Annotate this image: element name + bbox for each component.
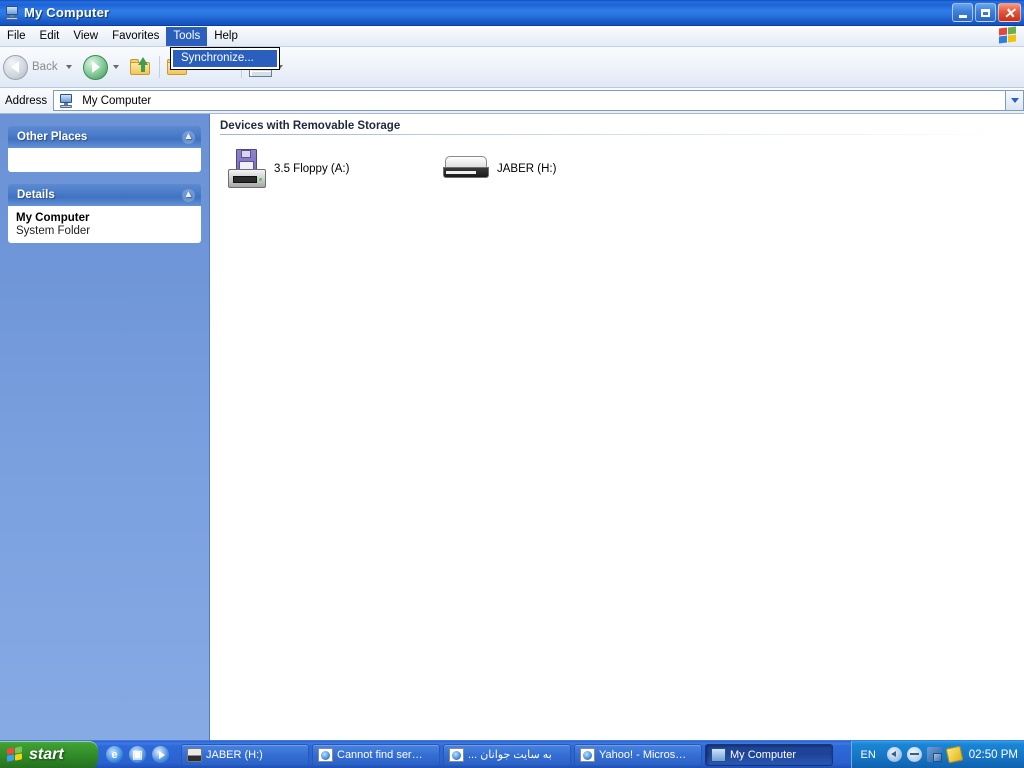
removable-disk-icon bbox=[443, 154, 489, 184]
desktop-root: My Computer ✕ File Edit View Favorites T… bbox=[0, 0, 1024, 768]
restore-button[interactable] bbox=[975, 3, 996, 22]
minimize-button[interactable] bbox=[952, 3, 973, 22]
menu-favorites[interactable]: Favorites bbox=[105, 27, 166, 46]
taskbar-button-my-computer[interactable]: My Computer bbox=[705, 743, 833, 766]
up-folder-icon bbox=[129, 57, 152, 76]
menubar: File Edit View Favorites Tools Help bbox=[0, 26, 1024, 47]
menu-help[interactable]: Help bbox=[207, 27, 245, 46]
chevron-up-icon[interactable]: ▲ bbox=[182, 130, 195, 144]
panel-details: Details ▲ My Computer System Folder bbox=[8, 184, 201, 243]
panel-details-header[interactable]: Details ▲ bbox=[8, 184, 201, 206]
list-item[interactable]: 3.5 Floppy (A:) bbox=[220, 149, 435, 189]
tray-status-icon[interactable] bbox=[906, 747, 922, 762]
taskbar-label: Cannot find ser… bbox=[337, 748, 423, 761]
panel-other-places: Other Places ▲ bbox=[8, 126, 201, 172]
panel-other-places-body bbox=[8, 148, 201, 172]
taskbar-label: My Computer bbox=[730, 748, 797, 761]
taskbar-label: به سایت جوانان ... bbox=[468, 749, 552, 761]
system-tray: EN 02:50 PM bbox=[851, 740, 1024, 768]
close-button[interactable]: ✕ bbox=[998, 3, 1021, 22]
my-computer-icon bbox=[711, 747, 726, 762]
internet-explorer-icon[interactable]: e bbox=[106, 746, 123, 763]
back-history-caret-icon[interactable] bbox=[65, 65, 72, 69]
show-desktop-icon[interactable]: ▣ bbox=[129, 746, 146, 763]
windows-logo-icon bbox=[7, 745, 24, 763]
menu-edit[interactable]: Edit bbox=[33, 27, 67, 46]
start-button[interactable]: start bbox=[0, 740, 98, 768]
ie-document-icon bbox=[318, 747, 333, 762]
back-label: Back bbox=[32, 61, 58, 73]
chevron-up-icon[interactable]: ▲ bbox=[182, 188, 195, 202]
address-dropdown-button[interactable] bbox=[1006, 90, 1024, 111]
panel-details-body: My Computer System Folder bbox=[8, 206, 201, 243]
window-content: Other Places ▲ Details ▲ My Computer Sys… bbox=[0, 114, 1024, 740]
address-bar: Address My Computer bbox=[0, 88, 1024, 114]
drive-label-floppy: 3.5 Floppy (A:) bbox=[274, 163, 350, 175]
floppy-drive-icon bbox=[228, 149, 266, 189]
panel-details-title: Details bbox=[17, 189, 55, 201]
taskbar-buttons: JABER (H:) Cannot find ser… به سایت جوان… bbox=[177, 743, 851, 766]
taskbar-clock[interactable]: 02:50 PM bbox=[967, 749, 1018, 761]
toolbar-separator bbox=[158, 56, 160, 78]
back-arrow-icon bbox=[3, 54, 28, 80]
forward-history-caret-icon[interactable] bbox=[112, 65, 119, 69]
panel-other-places-header[interactable]: Other Places ▲ bbox=[8, 126, 201, 148]
ie-document-icon bbox=[449, 747, 464, 762]
menu-tools[interactable]: Tools bbox=[166, 26, 208, 46]
network-connection-icon[interactable] bbox=[926, 747, 942, 762]
language-indicator[interactable]: EN bbox=[860, 749, 881, 761]
menu-view[interactable]: View bbox=[66, 27, 105, 46]
task-pane-sidebar: Other Places ▲ Details ▲ My Computer Sys… bbox=[0, 114, 210, 740]
forward-arrow-icon bbox=[82, 54, 108, 80]
group-header-removable-storage: Devices with Removable Storage bbox=[220, 120, 401, 132]
window-titlebar: My Computer ✕ bbox=[0, 0, 1024, 26]
my-computer-icon bbox=[4, 5, 20, 21]
group-divider bbox=[220, 134, 1014, 135]
navigation-toolbar: Back Folders bbox=[0, 47, 1024, 88]
taskbar-label: Yahoo! - Micros… bbox=[599, 748, 687, 761]
taskbar-button-persian-site[interactable]: به سایت جوانان ... bbox=[443, 743, 571, 766]
menu-item-synchronize[interactable]: Synchronize... bbox=[173, 50, 277, 67]
details-subtitle: System Folder bbox=[16, 225, 91, 237]
quick-launch-bar: e ▣ bbox=[98, 741, 177, 768]
taskbar-button-yahoo[interactable]: Yahoo! - Micros… bbox=[574, 743, 702, 766]
list-item[interactable]: JABER (H:) bbox=[435, 149, 556, 189]
taskbar: start e ▣ JABER (H:) Cannot find ser… به… bbox=[0, 740, 1024, 768]
taskbar-label: JABER (H:) bbox=[206, 748, 263, 761]
forward-button[interactable] bbox=[80, 50, 127, 84]
hide-tray-arrow-icon[interactable] bbox=[886, 747, 902, 762]
back-button[interactable]: Back bbox=[0, 50, 80, 84]
windows-flag-icon bbox=[998, 26, 1018, 45]
windows-media-player-icon[interactable] bbox=[152, 746, 169, 763]
menu-file[interactable]: File bbox=[0, 27, 33, 46]
pencil-note-icon[interactable] bbox=[945, 745, 964, 764]
taskbar-button-cannot-find-server[interactable]: Cannot find ser… bbox=[312, 743, 440, 766]
tools-dropdown-menu: Synchronize... bbox=[170, 47, 280, 70]
details-title: My Computer bbox=[16, 212, 90, 224]
address-input[interactable]: My Computer bbox=[53, 90, 1006, 111]
chevron-down-icon bbox=[1010, 98, 1019, 103]
removable-disk-icon bbox=[187, 747, 202, 762]
taskbar-button-jaber[interactable]: JABER (H:) bbox=[181, 743, 309, 766]
drive-items: 3.5 Floppy (A:) JABER (H:) bbox=[220, 149, 1014, 189]
address-value: My Computer bbox=[82, 94, 152, 107]
address-label: Address bbox=[5, 94, 48, 107]
my-computer-icon bbox=[58, 93, 74, 109]
file-list-pane: Devices with Removable Storage 3.5 Flopp… bbox=[210, 114, 1024, 740]
drive-label-jaber: JABER (H:) bbox=[497, 163, 557, 175]
panel-other-places-title: Other Places bbox=[17, 131, 88, 143]
window-title: My Computer bbox=[24, 5, 110, 20]
ie-document-icon bbox=[580, 747, 595, 762]
up-button[interactable] bbox=[127, 50, 155, 84]
start-label: start bbox=[29, 745, 64, 763]
